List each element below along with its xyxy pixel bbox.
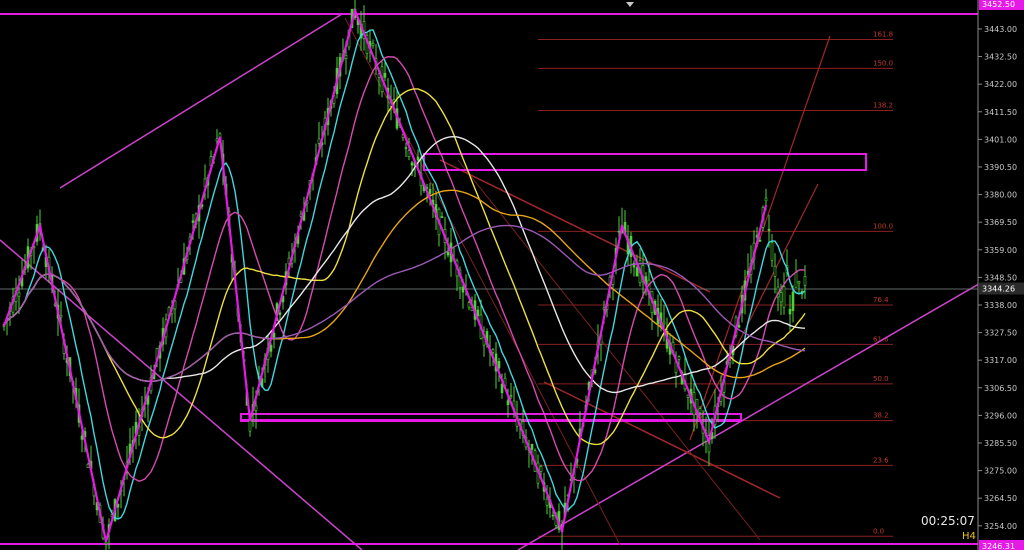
fib-level-label: 76.4 <box>873 296 889 304</box>
axis-tick-label: 3380.00 <box>984 191 1017 200</box>
candle-body <box>269 345 273 352</box>
axis-tick-label: 3359.00 <box>984 246 1017 255</box>
candle-body <box>407 150 411 158</box>
candle-body <box>371 43 375 46</box>
candle-body <box>476 309 480 316</box>
axis-tick-label: 3317.00 <box>984 356 1017 365</box>
candle-body <box>467 302 471 308</box>
axis-tick-label: 3327.50 <box>984 329 1017 338</box>
price-chart[interactable]: 161.8150.0138.2100.076.461.650.038.223.6… <box>0 0 1024 550</box>
axis-tick-label: 3348.50 <box>984 273 1017 282</box>
candle-body <box>461 286 465 293</box>
candle-body <box>344 55 348 59</box>
candle-body <box>764 197 768 202</box>
axis-tick-label: 3285.50 <box>984 439 1017 448</box>
axis-tick-label: 3411.50 <box>984 108 1017 117</box>
axis-tick-label: 3401.00 <box>984 135 1017 144</box>
candle-body <box>254 405 258 411</box>
axis-tick-label: 3443.00 <box>984 25 1017 34</box>
candle-body <box>86 463 90 468</box>
candle-body <box>383 72 387 78</box>
candle-body <box>506 400 510 406</box>
candle-body <box>782 286 786 308</box>
candle-body <box>410 162 414 166</box>
candle-body <box>17 292 21 297</box>
fib-level-label: 0.0 <box>873 527 884 535</box>
candle-body <box>770 242 774 261</box>
candle-body <box>530 443 534 450</box>
low-price-tag: 3246.31 <box>982 542 1015 550</box>
candle-body <box>677 356 681 360</box>
candle-body <box>551 514 555 517</box>
candle-body <box>491 349 495 353</box>
candle-body <box>635 267 639 277</box>
axis-tick-label: 3338.00 <box>984 301 1017 310</box>
candle-body <box>662 321 666 325</box>
candle-body <box>317 138 321 144</box>
candle-body <box>737 325 741 328</box>
candle-body <box>404 147 408 149</box>
fib-level-label: 38.2 <box>873 412 889 420</box>
fib-level-label: 50.0 <box>873 375 889 383</box>
candle-body <box>440 216 444 218</box>
fib-level-label: 23.6 <box>873 456 889 464</box>
candle-body <box>545 498 549 506</box>
candle-body <box>80 435 84 440</box>
candle-body <box>509 395 513 397</box>
candle-body <box>104 541 108 545</box>
bar-countdown: 00:25:07 <box>921 514 975 528</box>
candle-body <box>794 271 798 288</box>
candle-body <box>797 281 801 284</box>
candle-body <box>767 228 771 231</box>
axis-tick-label: 3254.00 <box>984 522 1017 531</box>
candle-body <box>617 230 621 233</box>
fib-level-label: 161.8 <box>873 30 893 38</box>
fib-level-label: 138.2 <box>873 101 893 109</box>
candle-body <box>416 156 420 161</box>
candle-body <box>500 383 504 393</box>
candle-body <box>791 291 795 311</box>
axis-tick-label: 3422.00 <box>984 80 1017 89</box>
candle-body <box>278 312 282 315</box>
candle-body <box>686 394 690 398</box>
candle-body <box>59 314 63 318</box>
candle-body <box>803 276 807 286</box>
timeframe-label: H4 <box>962 531 976 542</box>
fib-level-label: 100.0 <box>873 222 893 230</box>
candle-body <box>788 308 792 315</box>
axis-tick-label: 3390.50 <box>984 163 1017 172</box>
candle-body <box>539 466 543 472</box>
candle-body <box>758 239 762 242</box>
high-price-tag: 3452.50 <box>982 0 1015 9</box>
candle-body <box>446 251 450 256</box>
candle-body <box>191 220 195 223</box>
candle-body <box>497 361 501 369</box>
axis-tick-label: 3275.00 <box>984 467 1017 476</box>
candle-body <box>698 408 702 414</box>
current-price-tag: 3344.26 <box>982 285 1015 294</box>
axis-tick-label: 3264.50 <box>984 494 1017 503</box>
axis-tick-label: 3306.50 <box>984 384 1017 393</box>
candle-body <box>428 189 432 194</box>
axis-tick-label: 3369.50 <box>984 218 1017 227</box>
fib-level-label: 150.0 <box>873 59 893 67</box>
candle-body <box>773 265 777 277</box>
axis-tick-label: 3296.00 <box>984 411 1017 420</box>
axis-tick-label: 3432.50 <box>984 53 1017 62</box>
candle-body <box>779 292 783 303</box>
candle-body <box>215 138 219 142</box>
